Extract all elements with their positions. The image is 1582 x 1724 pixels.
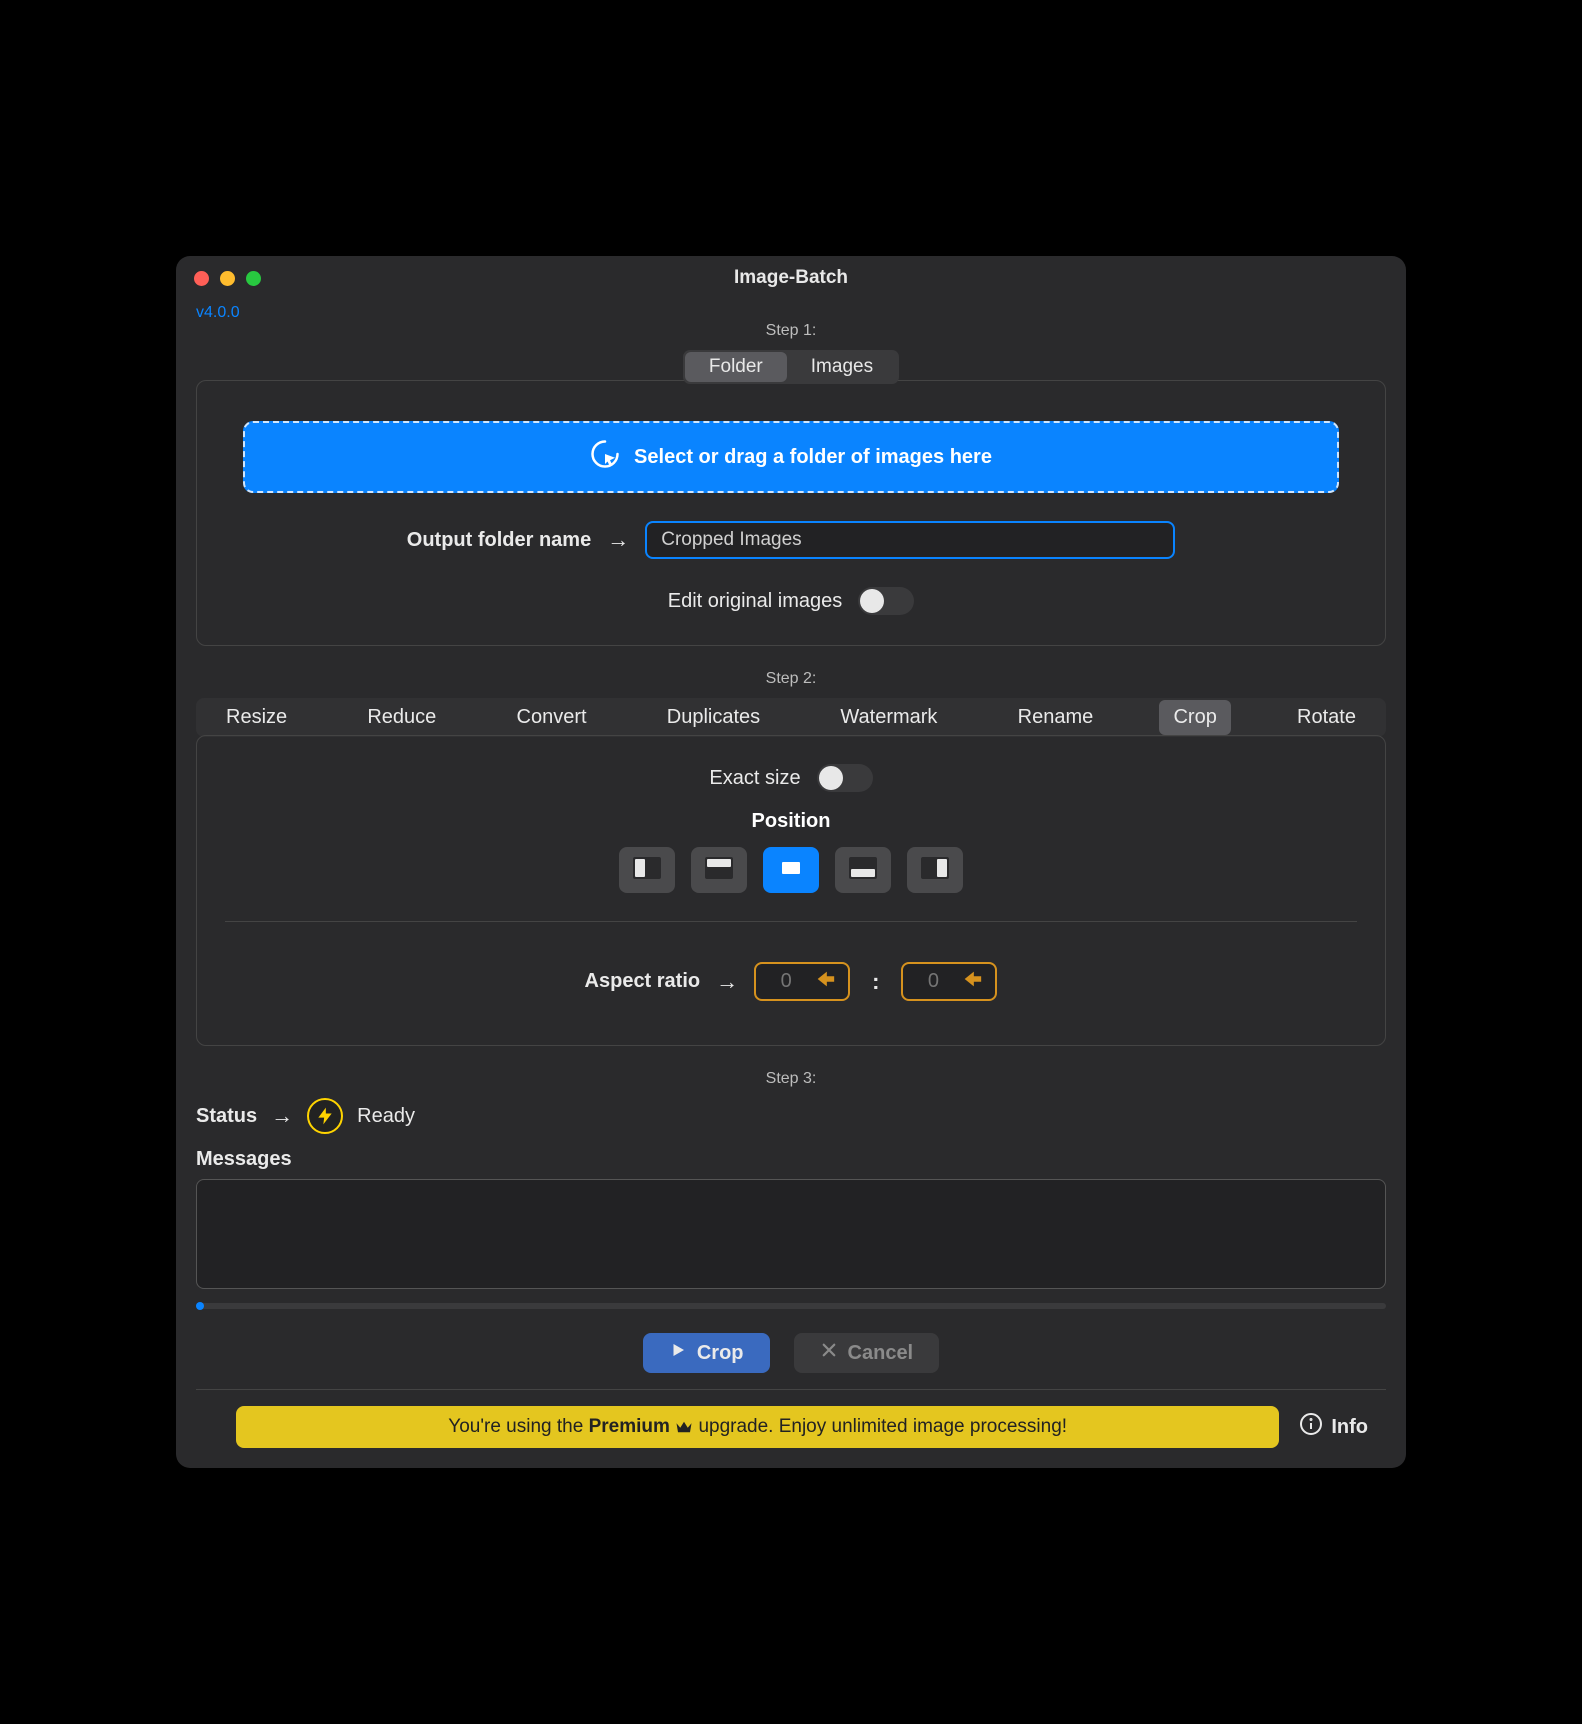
tab-duplicates[interactable]: Duplicates: [653, 700, 774, 735]
progress-bar: [196, 1303, 1386, 1309]
edit-original-label: Edit original images: [668, 590, 843, 613]
aspect-width-box: [754, 962, 850, 1001]
cancel-button[interactable]: Cancel: [794, 1333, 940, 1373]
arrow-left-fill-icon[interactable]: [961, 968, 983, 995]
aspect-ratio-label: Aspect ratio: [585, 970, 701, 993]
cancel-button-label: Cancel: [848, 1342, 914, 1365]
toggle-knob: [860, 589, 884, 613]
banner-bold: Premium: [589, 1416, 670, 1437]
tab-crop[interactable]: Crop: [1159, 700, 1230, 735]
action-row: Crop Cancel: [176, 1333, 1406, 1373]
aspect-width-input[interactable]: [768, 970, 804, 993]
app-window: Image-Batch v4.0.0 Step 1: Folder Images…: [176, 256, 1406, 1468]
tab-watermark[interactable]: Watermark: [826, 700, 951, 735]
position-left-button[interactable]: [619, 847, 675, 893]
exact-size-toggle[interactable]: [817, 764, 873, 792]
window-title: Image-Batch: [176, 267, 1406, 289]
messages-box[interactable]: [196, 1179, 1386, 1289]
aspect-height-box: [901, 962, 997, 1001]
footer: You're using the Premium upgrade. Enjoy …: [196, 1389, 1386, 1448]
arrow-right-icon: →: [716, 969, 738, 995]
tab-resize[interactable]: Resize: [212, 700, 301, 735]
arrow-right-icon: →: [607, 527, 629, 553]
exact-size-row: Exact size: [225, 764, 1357, 792]
crop-button[interactable]: Crop: [643, 1333, 770, 1373]
source-tab-folder[interactable]: Folder: [685, 352, 787, 382]
source-tab-images[interactable]: Images: [787, 352, 897, 382]
output-folder-input[interactable]: [645, 521, 1175, 559]
info-label: Info: [1331, 1416, 1368, 1439]
arrow-right-icon: →: [271, 1103, 293, 1129]
align-center-icon: [777, 857, 805, 884]
edit-original-row: Edit original images: [243, 587, 1339, 615]
exact-size-label: Exact size: [709, 767, 800, 790]
status-row: Status → Ready: [196, 1098, 1386, 1134]
position-right-button[interactable]: [907, 847, 963, 893]
minimize-window-button[interactable]: [220, 271, 235, 286]
aspect-separator: :: [872, 969, 879, 995]
tab-rotate[interactable]: Rotate: [1283, 700, 1370, 735]
divider: [225, 921, 1357, 922]
align-left-icon: [633, 857, 661, 884]
step-3-label: Step 3:: [176, 1070, 1406, 1088]
output-folder-label: Output folder name: [407, 529, 591, 552]
step-1-panel: Select or drag a folder of images here O…: [196, 380, 1386, 646]
align-top-icon: [705, 857, 733, 884]
step-2-panel: Exact size Position: [196, 735, 1386, 1046]
position-top-button[interactable]: [691, 847, 747, 893]
align-bottom-icon: [849, 857, 877, 884]
titlebar: Image-Batch: [176, 256, 1406, 300]
banner-post: upgrade. Enjoy unlimited image processin…: [698, 1416, 1067, 1437]
align-right-icon: [921, 857, 949, 884]
banner-pre: You're using the: [448, 1416, 588, 1437]
close-window-button[interactable]: [194, 271, 209, 286]
crop-button-label: Crop: [697, 1342, 744, 1365]
status-label: Status: [196, 1105, 257, 1128]
output-folder-row: Output folder name →: [243, 521, 1339, 559]
crown-icon: [675, 1416, 698, 1437]
lightning-icon: [307, 1098, 343, 1134]
messages-label: Messages: [196, 1148, 1386, 1171]
position-label: Position: [225, 810, 1357, 833]
premium-banner: You're using the Premium upgrade. Enjoy …: [236, 1406, 1279, 1448]
aspect-height-input[interactable]: [915, 970, 951, 993]
source-segmented: Folder Images: [176, 350, 1406, 384]
step-1-label: Step 1:: [176, 322, 1406, 340]
info-icon: [1299, 1412, 1323, 1442]
close-icon: [820, 1341, 838, 1365]
edit-original-toggle[interactable]: [858, 587, 914, 615]
position-center-button[interactable]: [763, 847, 819, 893]
tab-reduce[interactable]: Reduce: [353, 700, 450, 735]
zoom-window-button[interactable]: [246, 271, 261, 286]
folder-drop-zone[interactable]: Select or drag a folder of images here: [243, 421, 1339, 493]
position-buttons: [225, 847, 1357, 893]
step-2-label: Step 2:: [176, 670, 1406, 688]
progress-indicator: [196, 1302, 204, 1310]
toggle-knob: [819, 766, 843, 790]
operation-tabs: Resize Reduce Convert Duplicates Waterma…: [196, 698, 1386, 737]
tab-convert[interactable]: Convert: [503, 700, 601, 735]
cursor-click-icon: [590, 439, 620, 475]
info-button[interactable]: Info: [1299, 1412, 1368, 1442]
play-icon: [669, 1341, 687, 1365]
traffic-lights: [194, 271, 261, 286]
position-bottom-button[interactable]: [835, 847, 891, 893]
status-value: Ready: [357, 1105, 415, 1128]
tab-rename[interactable]: Rename: [1004, 700, 1108, 735]
aspect-ratio-row: Aspect ratio → :: [225, 962, 1357, 1001]
arrow-left-fill-icon[interactable]: [814, 968, 836, 995]
drop-zone-label: Select or drag a folder of images here: [634, 446, 992, 469]
